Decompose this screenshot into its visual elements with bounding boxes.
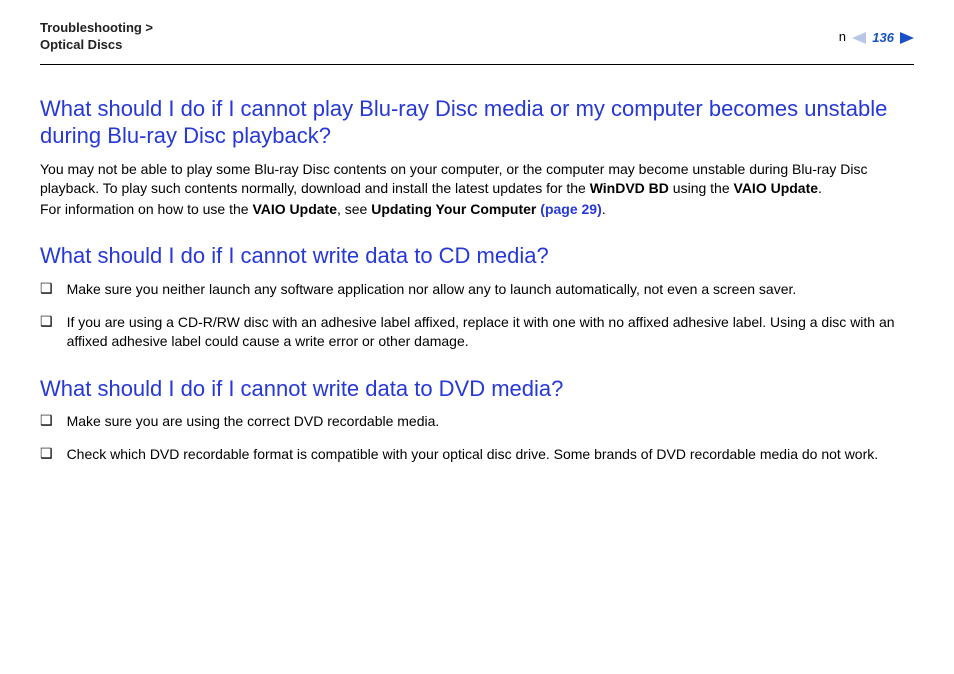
list-item: ❑ If you are using a CD-R/RW disc with a… [40,313,914,351]
document-page: Troubleshooting > Optical Discs n 136 Wh… [0,0,954,464]
page-header: Troubleshooting > Optical Discs n 136 [40,20,914,60]
list-item-text: If you are using a CD-R/RW disc with an … [67,313,914,351]
list-item: ❑ Check which DVD recordable format is c… [40,445,914,464]
breadcrumb-line2: Optical Discs [40,37,122,52]
breadcrumb: Troubleshooting > Optical Discs [40,20,153,54]
prev-page-icon[interactable] [852,32,866,44]
bullet-icon: ❑ [40,413,53,428]
list-item-text: Check which DVD recordable format is com… [67,445,914,464]
list-item-text: Make sure you neither launch any softwar… [67,280,914,299]
page-29-link[interactable]: (page 29) [536,201,601,217]
section-heading-cd: What should I do if I cannot write data … [40,242,914,270]
section-heading-dvd: What should I do if I cannot write data … [40,375,914,403]
bullet-icon: ❑ [40,314,53,329]
bullet-icon: ❑ [40,446,53,461]
n-label: n [838,30,846,45]
list-item-text: Make sure you are using the correct DVD … [67,412,914,431]
pager: n 136 [838,30,914,45]
breadcrumb-line1: Troubleshooting > [40,20,153,35]
header-divider [40,64,914,65]
cd-list: ❑ Make sure you neither launch any softw… [40,280,914,351]
next-page-icon[interactable] [900,32,914,44]
section-heading-bluray: What should I do if I cannot play Blu-ra… [40,95,914,150]
section1-paragraph2: For information on how to use the VAIO U… [40,200,914,219]
page-number: 136 [872,30,894,45]
dvd-list: ❑ Make sure you are using the correct DV… [40,412,914,464]
list-item: ❑ Make sure you neither launch any softw… [40,280,914,299]
bullet-icon: ❑ [40,281,53,296]
section1-paragraph1: You may not be able to play some Blu-ray… [40,160,914,198]
list-item: ❑ Make sure you are using the correct DV… [40,412,914,431]
